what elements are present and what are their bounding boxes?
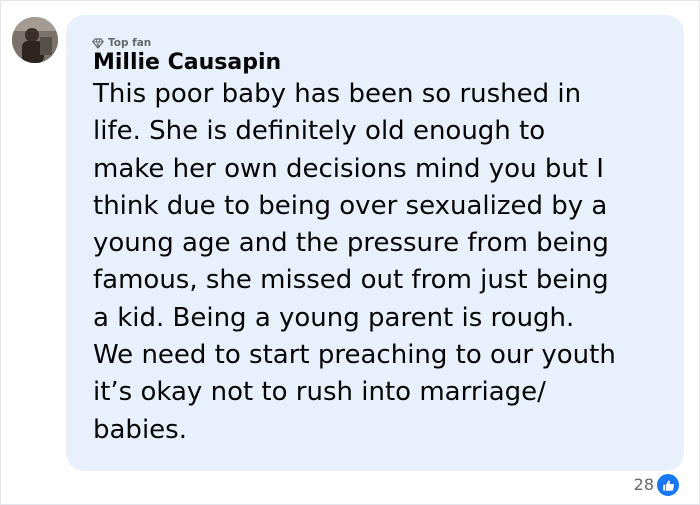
comment-author[interactable]: Millie Causapin <box>93 49 281 77</box>
like-icon <box>656 473 680 497</box>
comment-text: This poor baby has been so rushed in lif… <box>93 79 616 445</box>
avatar-image <box>12 17 58 63</box>
diamond-icon <box>92 37 104 49</box>
reaction-summary[interactable]: 28 <box>634 473 680 497</box>
top-fan-badge: Top fan <box>92 36 151 50</box>
avatar[interactable] <box>12 17 58 63</box>
reaction-count: 28 <box>633 475 654 494</box>
badge-label: Top fan <box>108 37 152 49</box>
